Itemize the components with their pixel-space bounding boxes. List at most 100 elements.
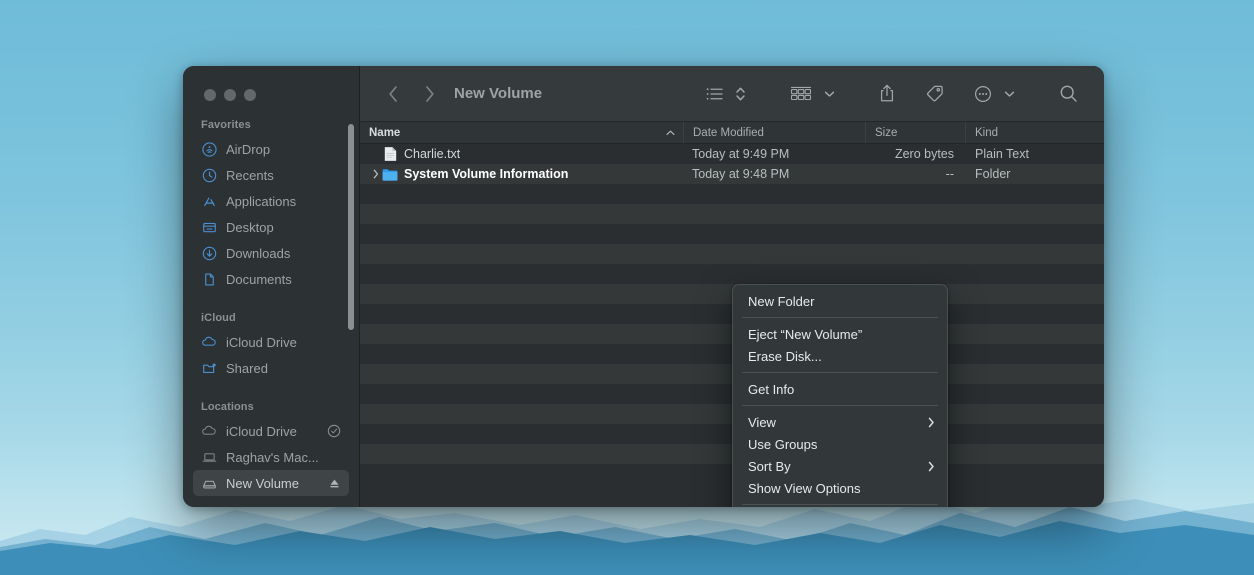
tag-button[interactable] — [919, 79, 950, 109]
menu-separator — [742, 504, 938, 505]
sidebar[interactable]: Favorites AirDrop Recents Applications D… — [183, 66, 360, 507]
sidebar-item-new-volume[interactable]: New Volume — [193, 470, 349, 496]
minimize-button[interactable] — [224, 89, 236, 101]
document-icon — [201, 271, 217, 287]
sidebar-item-documents[interactable]: Documents — [193, 266, 349, 292]
menu-item-erase-disk[interactable]: Erase Disk... — [733, 345, 947, 367]
folder-icon — [382, 168, 398, 181]
view-sort-button[interactable] — [729, 79, 752, 109]
app-store-icon — [201, 193, 217, 209]
table-row[interactable]: Charlie.txt Today at 9:49 PM Zero bytes … — [360, 144, 1104, 164]
view-controls-group — [700, 79, 752, 109]
sidebar-item-downloads[interactable]: Downloads — [193, 240, 349, 266]
check-circle-icon[interactable] — [327, 424, 341, 438]
empty-row — [360, 264, 1104, 284]
menu-item-label: Get Info — [748, 381, 795, 397]
file-name-cell: System Volume Information — [360, 167, 683, 181]
finder-window[interactable]: Favorites AirDrop Recents Applications D… — [183, 66, 1104, 507]
column-header-kind[interactable]: Kind — [965, 122, 1104, 143]
menu-separator — [742, 405, 938, 406]
file-size-cell: -- — [945, 167, 954, 181]
context-menu[interactable]: New Folder Eject “New Volume” Erase Disk… — [732, 284, 948, 507]
cloud-icon — [201, 334, 217, 350]
menu-item-new-folder[interactable]: New Folder — [733, 290, 947, 312]
sidebar-scrollbar[interactable] — [348, 124, 354, 330]
column-headers: Name Date Modified Size Kind — [360, 122, 1104, 144]
list-view-button[interactable] — [700, 79, 729, 109]
menu-item-view[interactable]: View — [733, 411, 947, 433]
sidebar-item-label: iCloud Drive — [226, 334, 297, 350]
sidebar-item-label: Documents — [226, 271, 292, 287]
sidebar-section-icloud-header: iCloud — [201, 312, 236, 324]
sidebar-item-label: Desktop — [226, 219, 274, 235]
menu-item-show-view-options[interactable]: Show View Options — [733, 477, 947, 499]
sidebar-item-label: New Volume — [226, 475, 299, 491]
sidebar-item-airdrop[interactable]: AirDrop — [193, 136, 349, 162]
menu-separator — [742, 317, 938, 318]
empty-row — [360, 224, 1104, 244]
column-header-label: Size — [875, 126, 898, 139]
column-header-name[interactable]: Name — [360, 122, 683, 143]
wallpaper-mountains-near — [0, 513, 1254, 575]
sidebar-item-applications[interactable]: Applications — [193, 188, 349, 214]
caret-up-icon — [666, 127, 675, 139]
sidebar-item-raghavs-mac[interactable]: Raghav's Mac... — [193, 444, 349, 470]
table-row[interactable]: System Volume Information Today at 9:48 … — [360, 164, 1104, 184]
menu-item-label: Sort By — [748, 458, 791, 474]
menu-item-label: Erase Disk... — [748, 348, 822, 364]
group-by-chevron-down-icon[interactable] — [818, 79, 841, 109]
submenu-chevron-right-icon — [928, 461, 935, 472]
text-document-icon — [382, 146, 398, 162]
submenu-chevron-right-icon — [928, 417, 935, 428]
menu-item-label: View — [748, 414, 776, 430]
column-header-date-modified[interactable]: Date Modified — [683, 122, 865, 143]
sidebar-item-icloud-drive-location[interactable]: iCloud Drive — [193, 418, 349, 444]
desktop-icon — [201, 219, 217, 235]
sidebar-item-shared[interactable]: Shared — [193, 355, 349, 381]
sidebar-item-label: iCloud Drive — [226, 423, 297, 439]
window-traffic-lights[interactable] — [183, 66, 359, 101]
more-actions-button[interactable] — [968, 79, 998, 109]
group-by-button[interactable] — [784, 79, 818, 109]
menu-item-sort-by[interactable]: Sort By — [733, 455, 947, 477]
empty-row — [360, 204, 1104, 224]
forward-button[interactable] — [414, 79, 444, 109]
sidebar-item-desktop[interactable]: Desktop — [193, 214, 349, 240]
sidebar-section-favorites-header: Favorites — [201, 119, 251, 131]
sidebar-section-locations-header: Locations — [201, 401, 254, 413]
file-name-cell: Charlie.txt — [360, 146, 683, 162]
file-kind-cell: Folder — [975, 167, 1011, 181]
cloud-icon — [201, 423, 217, 439]
page-title: New Volume — [454, 85, 543, 102]
sidebar-item-recents[interactable]: Recents — [193, 162, 349, 188]
toolbar: New Volume — [360, 66, 1104, 122]
back-button[interactable] — [378, 79, 408, 109]
zoom-button[interactable] — [244, 89, 256, 101]
file-date-cell: Today at 9:49 PM — [692, 147, 790, 161]
disclosure-triangle-icon[interactable] — [369, 169, 382, 179]
menu-separator — [742, 372, 938, 373]
sidebar-item-label: Recents — [226, 167, 274, 183]
file-name: Charlie.txt — [404, 147, 461, 161]
file-kind-cell: Plain Text — [975, 147, 1029, 161]
file-date-cell: Today at 9:48 PM — [692, 167, 790, 181]
column-header-size[interactable]: Size — [865, 122, 965, 143]
eject-icon[interactable] — [328, 477, 341, 490]
clock-icon — [201, 167, 217, 183]
laptop-icon — [201, 449, 217, 465]
group-by-group — [784, 79, 841, 109]
close-button[interactable] — [204, 89, 216, 101]
more-actions-chevron-down-icon[interactable] — [998, 79, 1021, 109]
empty-row — [360, 244, 1104, 264]
sidebar-item-icloud-drive[interactable]: iCloud Drive — [193, 329, 349, 355]
sidebar-item-label: Shared — [226, 360, 268, 376]
sidebar-scroll-area[interactable]: Favorites AirDrop Recents Applications D… — [183, 101, 359, 496]
more-actions-group — [968, 79, 1021, 109]
search-button[interactable] — [1053, 79, 1084, 109]
column-header-label: Name — [369, 126, 401, 139]
menu-item-eject-new-volume[interactable]: Eject “New Volume” — [733, 323, 947, 345]
menu-item-use-groups[interactable]: Use Groups — [733, 433, 947, 455]
menu-item-label: Use Groups — [748, 436, 818, 452]
menu-item-get-info[interactable]: Get Info — [733, 378, 947, 400]
share-button[interactable] — [873, 79, 901, 109]
